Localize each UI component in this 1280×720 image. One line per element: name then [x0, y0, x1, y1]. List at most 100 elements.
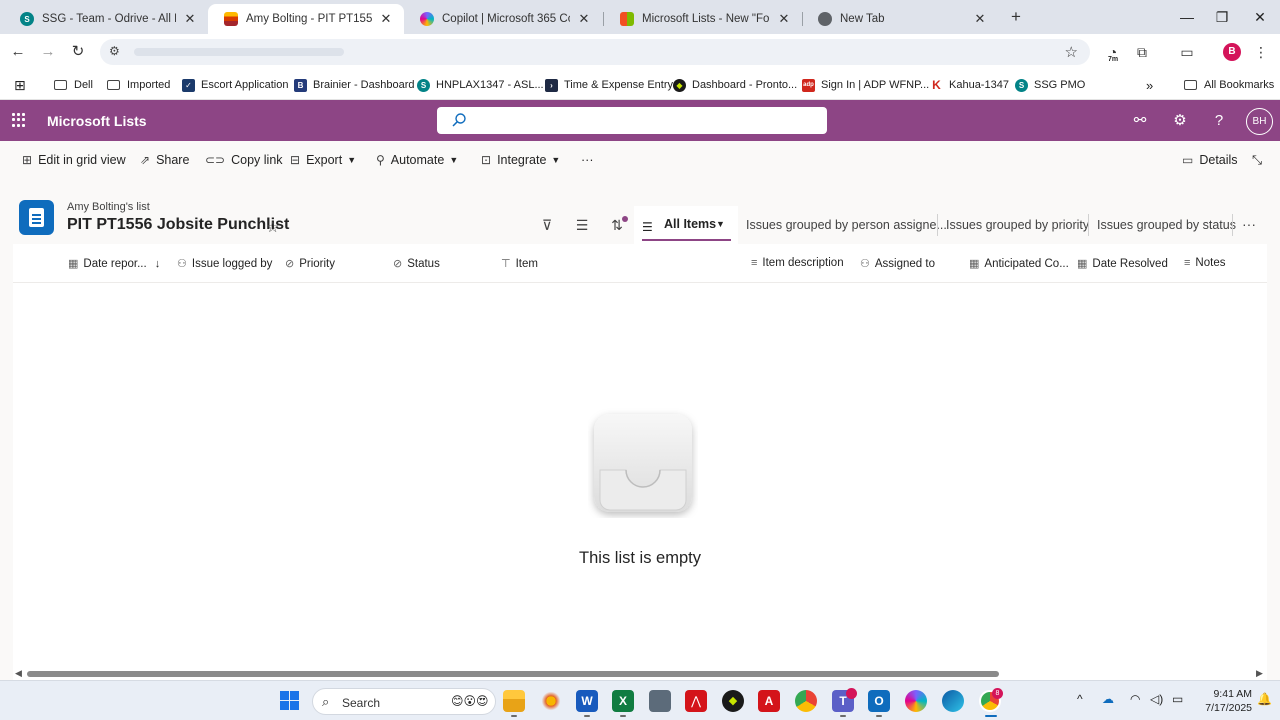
column-date-reported[interactable]: ▦ Date repor... ↓ — [68, 257, 160, 271]
help-icon[interactable]: ? — [1209, 111, 1229, 131]
edge-icon[interactable] — [942, 690, 964, 712]
more-commands-button[interactable]: ··· — [581, 151, 594, 169]
bookmark-hnplax1347[interactable]: S HNPLAX1347 - ASL... — [417, 76, 544, 94]
export-button[interactable]: ⊟ Export ▼ — [290, 151, 356, 169]
all-bookmarks[interactable]: All Bookmarks — [1184, 76, 1274, 94]
address-bar[interactable]: ⚙ ☆ — [100, 39, 1090, 65]
windows-start-icon[interactable] — [280, 691, 299, 710]
chrome-icon[interactable] — [795, 690, 817, 712]
system-clock[interactable]: 9:41 AM 7/17/2025 — [1192, 687, 1252, 715]
close-tab-icon[interactable]: ✕ — [576, 11, 592, 27]
restore-icon[interactable]: ❐ — [1207, 6, 1237, 28]
multiline-icon: ≡ — [1184, 257, 1191, 269]
column-item[interactable]: ⊤ Item — [501, 257, 538, 271]
scrollbar-thumb[interactable] — [27, 671, 999, 677]
view-separator — [1088, 214, 1089, 236]
wifi-icon[interactable]: ◠ — [1130, 692, 1140, 706]
calculator-icon[interactable] — [649, 690, 671, 712]
column-priority[interactable]: ⊘ Priority — [285, 257, 335, 271]
bookmark-escort-application[interactable]: ✓ Escort Application — [182, 76, 288, 94]
view-tab-priority[interactable]: Issues grouped by priority — [946, 218, 1089, 232]
close-tab-icon[interactable]: ✕ — [776, 11, 792, 27]
bookmark-star-icon[interactable]: ☆ — [1065, 43, 1078, 61]
battery-icon[interactable]: ▭ — [1172, 692, 1183, 706]
integrate-button[interactable]: ⊡ Integrate ▼ — [481, 151, 560, 169]
bookmark-brainier[interactable]: B Brainier - Dashboard — [294, 76, 415, 94]
reload-icon[interactable]: ↻ — [68, 42, 88, 62]
bookmark-imported[interactable]: Imported — [107, 76, 170, 94]
scroll-right-icon[interactable]: ▶ — [1256, 668, 1263, 679]
app-launcher-icon[interactable] — [12, 113, 26, 127]
bookmark-adp[interactable]: adp Sign In | ADP WFNP... — [802, 76, 929, 94]
column-date-resolved[interactable]: ▦ Date Resolved — [1077, 257, 1168, 271]
outlook-icon[interactable]: O — [868, 690, 890, 712]
acrobat-icon[interactable]: ⋀ — [685, 690, 707, 712]
bookmark-time-expense[interactable]: › Time & Expense Entry — [545, 76, 673, 94]
minimize-icon[interactable]: — — [1172, 6, 1202, 28]
taskbar-search[interactable]: ⌕ Search 😊😮😍 — [312, 688, 496, 715]
more-bookmarks-icon[interactable]: » — [1146, 76, 1153, 94]
access-icon[interactable]: A — [758, 690, 780, 712]
column-anticipated-completion[interactable]: ▦ Anticipated Co... — [969, 257, 1069, 271]
bookmark-kahua[interactable]: K Kahua-1347 — [930, 76, 1009, 94]
sharepoint-icon: S — [1015, 78, 1028, 92]
file-explorer-icon[interactable] — [503, 690, 525, 712]
notifications-bell-icon[interactable]: 🔔 — [1257, 692, 1272, 706]
forward-icon[interactable]: → — [38, 42, 58, 62]
copilot-icon[interactable] — [905, 690, 927, 712]
more-views-icon[interactable]: ··· — [1242, 216, 1256, 232]
browser-tab-microsoft-lists-forms[interactable]: Microsoft Lists - New "Forms" b ✕ — [604, 4, 802, 34]
person-icon: ⚇ — [860, 258, 870, 270]
column-item-description[interactable]: ≡ Item description — [751, 257, 844, 269]
apps-grid-icon[interactable]: ⊞ — [14, 76, 26, 94]
search-input[interactable] — [437, 107, 827, 134]
browser-tab-copilot[interactable]: Copilot | Microsoft 365 Copilot ✕ — [404, 4, 602, 34]
close-tab-icon[interactable]: ✕ — [972, 11, 988, 27]
close-tab-icon[interactable]: ✕ — [182, 11, 198, 27]
automate-button[interactable]: ⚲ Automate ▼ — [376, 151, 458, 169]
bookmark-pronto[interactable]: ◆ Dashboard - Pronto... — [673, 76, 797, 94]
word-icon[interactable]: W — [576, 690, 598, 712]
column-status[interactable]: ⊘ Status — [393, 257, 440, 271]
share-button[interactable]: ⇗ Share — [140, 151, 189, 169]
app-name[interactable]: Microsoft Lists — [47, 113, 147, 129]
column-notes[interactable]: ≡ Notes — [1184, 257, 1225, 269]
details-button[interactable]: ▭ Details — [1182, 151, 1238, 169]
settings-gear-icon[interactable]: ⚙ — [1170, 111, 1190, 131]
view-tab-status[interactable]: Issues grouped by status — [1097, 218, 1236, 232]
favorite-star-icon[interactable]: ☆ — [266, 218, 279, 236]
volume-icon[interactable]: ◁) — [1150, 692, 1163, 706]
browser-menu-icon[interactable]: ⋮ — [1250, 42, 1272, 62]
close-tab-icon[interactable]: ✕ — [378, 11, 394, 27]
scroll-left-icon[interactable]: ◀ — [15, 668, 22, 679]
pronto-icon[interactable]: ◆ — [722, 690, 744, 712]
bookmark-dell[interactable]: Dell — [54, 76, 93, 94]
extensions-puzzle-icon[interactable]: ⧉ — [1131, 42, 1153, 62]
view-tab-person-assigned[interactable]: Issues grouped by person assigne... — [746, 218, 947, 232]
back-icon[interactable]: ← — [8, 42, 28, 62]
user-avatar[interactable]: BH — [1246, 108, 1273, 135]
site-settings-icon[interactable]: ⚙ — [109, 44, 120, 58]
column-assigned-to[interactable]: ⚇ Assigned to — [860, 257, 935, 271]
new-tab-button[interactable]: + — [1006, 7, 1026, 27]
view-tab-all-items[interactable]: ☰ All Items ▼ — [634, 206, 738, 244]
onedrive-icon[interactable]: ☁ — [1102, 692, 1114, 706]
collapse-icon[interactable]: ⤡ — [1252, 151, 1262, 169]
filter-icon[interactable]: ⊽ — [538, 217, 556, 235]
profile-avatar[interactable]: B — [1223, 43, 1241, 61]
share-connect-icon[interactable]: ⚯ — [1130, 111, 1150, 131]
bookmark-ssg-pmo[interactable]: S SSG PMO — [1015, 76, 1085, 94]
column-issue-logged-by[interactable]: ⚇ Issue logged by — [177, 257, 272, 271]
group-list-icon[interactable]: ☰ — [573, 217, 591, 235]
browser-tab-new-tab[interactable]: New Tab ✕ — [802, 4, 998, 34]
puzzle-app-icon[interactable] — [540, 690, 562, 712]
horizontal-scrollbar[interactable]: ◀ ▶ — [13, 668, 1267, 679]
excel-icon[interactable]: X — [612, 690, 634, 712]
browser-tab-lists-active[interactable]: Amy Bolting - PIT PT1556 Jobsit ✕ — [208, 4, 404, 34]
show-hidden-icons[interactable]: ^ — [1077, 692, 1083, 706]
copy-link-button[interactable]: ⊂⊃ Copy link — [205, 151, 283, 169]
close-window-icon[interactable]: ✕ — [1245, 6, 1275, 28]
side-panel-icon[interactable]: ▭ — [1176, 42, 1198, 62]
browser-tab-sharepoint[interactable]: S SSG - Team - Odrive - All Docum ✕ — [4, 4, 208, 34]
edit-grid-view-button[interactable]: ⊞ Edit in grid view — [22, 151, 126, 169]
